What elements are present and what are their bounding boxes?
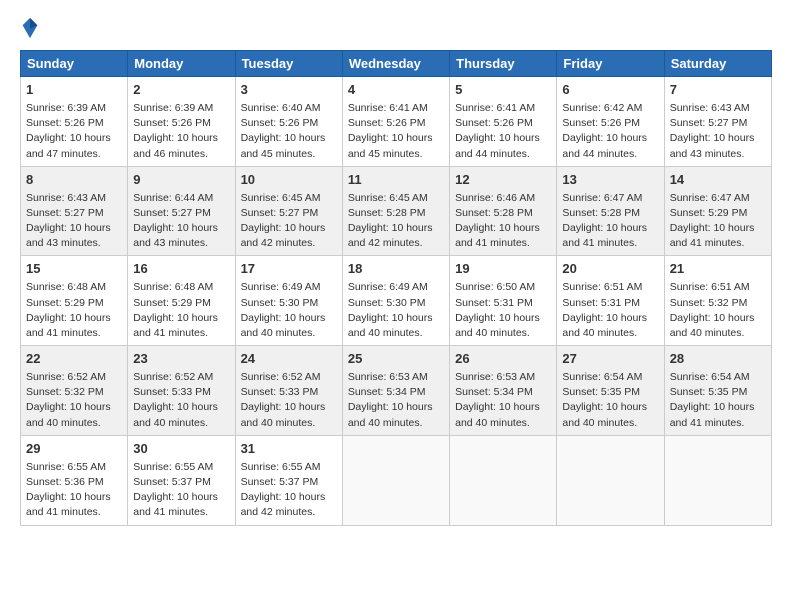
calendar-cell: 12Sunrise: 6:46 AMSunset: 5:28 PMDayligh… — [450, 166, 557, 256]
calendar-cell: 16Sunrise: 6:48 AMSunset: 5:29 PMDayligh… — [128, 256, 235, 346]
calendar-cell: 10Sunrise: 6:45 AMSunset: 5:27 PMDayligh… — [235, 166, 342, 256]
calendar-cell: 17Sunrise: 6:49 AMSunset: 5:30 PMDayligh… — [235, 256, 342, 346]
day-number: 16 — [133, 260, 229, 279]
day-number: 27 — [562, 350, 658, 369]
day-number: 15 — [26, 260, 122, 279]
day-number: 25 — [348, 350, 444, 369]
calendar-cell: 13Sunrise: 6:47 AMSunset: 5:28 PMDayligh… — [557, 166, 664, 256]
calendar-cell: 30Sunrise: 6:55 AMSunset: 5:37 PMDayligh… — [128, 435, 235, 525]
day-number: 31 — [241, 440, 337, 459]
calendar-cell: 6Sunrise: 6:42 AMSunset: 5:26 PMDaylight… — [557, 77, 664, 167]
calendar-cell: 22Sunrise: 6:52 AMSunset: 5:32 PMDayligh… — [21, 346, 128, 436]
calendar-week-5: 29Sunrise: 6:55 AMSunset: 5:36 PMDayligh… — [21, 435, 772, 525]
day-number: 21 — [670, 260, 766, 279]
day-number: 12 — [455, 171, 551, 190]
calendar-week-1: 1Sunrise: 6:39 AMSunset: 5:26 PMDaylight… — [21, 77, 772, 167]
day-number: 13 — [562, 171, 658, 190]
calendar-cell: 5Sunrise: 6:41 AMSunset: 5:26 PMDaylight… — [450, 77, 557, 167]
col-header-wednesday: Wednesday — [342, 51, 449, 77]
day-number: 8 — [26, 171, 122, 190]
calendar-cell: 29Sunrise: 6:55 AMSunset: 5:36 PMDayligh… — [21, 435, 128, 525]
calendar-cell: 31Sunrise: 6:55 AMSunset: 5:37 PMDayligh… — [235, 435, 342, 525]
day-number: 6 — [562, 81, 658, 100]
calendar-cell — [342, 435, 449, 525]
col-header-tuesday: Tuesday — [235, 51, 342, 77]
calendar-table: SundayMondayTuesdayWednesdayThursdayFrid… — [20, 50, 772, 526]
header — [20, 16, 772, 40]
calendar-cell: 28Sunrise: 6:54 AMSunset: 5:35 PMDayligh… — [664, 346, 771, 436]
day-number: 7 — [670, 81, 766, 100]
calendar-cell: 9Sunrise: 6:44 AMSunset: 5:27 PMDaylight… — [128, 166, 235, 256]
calendar-cell — [450, 435, 557, 525]
calendar-week-2: 8Sunrise: 6:43 AMSunset: 5:27 PMDaylight… — [21, 166, 772, 256]
calendar-cell: 2Sunrise: 6:39 AMSunset: 5:26 PMDaylight… — [128, 77, 235, 167]
calendar-cell: 4Sunrise: 6:41 AMSunset: 5:26 PMDaylight… — [342, 77, 449, 167]
day-number: 14 — [670, 171, 766, 190]
day-number: 17 — [241, 260, 337, 279]
col-header-friday: Friday — [557, 51, 664, 77]
day-number: 30 — [133, 440, 229, 459]
col-header-sunday: Sunday — [21, 51, 128, 77]
day-number: 4 — [348, 81, 444, 100]
calendar-cell: 15Sunrise: 6:48 AMSunset: 5:29 PMDayligh… — [21, 256, 128, 346]
calendar-cell: 21Sunrise: 6:51 AMSunset: 5:32 PMDayligh… — [664, 256, 771, 346]
day-number: 22 — [26, 350, 122, 369]
calendar-week-3: 15Sunrise: 6:48 AMSunset: 5:29 PMDayligh… — [21, 256, 772, 346]
day-number: 19 — [455, 260, 551, 279]
page: SundayMondayTuesdayWednesdayThursdayFrid… — [0, 0, 792, 536]
day-number: 28 — [670, 350, 766, 369]
col-header-saturday: Saturday — [664, 51, 771, 77]
calendar-cell: 18Sunrise: 6:49 AMSunset: 5:30 PMDayligh… — [342, 256, 449, 346]
day-number: 23 — [133, 350, 229, 369]
calendar-cell: 7Sunrise: 6:43 AMSunset: 5:27 PMDaylight… — [664, 77, 771, 167]
calendar-cell: 20Sunrise: 6:51 AMSunset: 5:31 PMDayligh… — [557, 256, 664, 346]
calendar-cell — [664, 435, 771, 525]
logo — [20, 16, 44, 40]
day-number: 18 — [348, 260, 444, 279]
calendar-cell: 25Sunrise: 6:53 AMSunset: 5:34 PMDayligh… — [342, 346, 449, 436]
day-number: 9 — [133, 171, 229, 190]
calendar-cell: 11Sunrise: 6:45 AMSunset: 5:28 PMDayligh… — [342, 166, 449, 256]
header-row: SundayMondayTuesdayWednesdayThursdayFrid… — [21, 51, 772, 77]
day-number: 11 — [348, 171, 444, 190]
calendar-cell: 19Sunrise: 6:50 AMSunset: 5:31 PMDayligh… — [450, 256, 557, 346]
day-number: 3 — [241, 81, 337, 100]
day-number: 20 — [562, 260, 658, 279]
day-number: 2 — [133, 81, 229, 100]
day-number: 1 — [26, 81, 122, 100]
calendar-cell: 24Sunrise: 6:52 AMSunset: 5:33 PMDayligh… — [235, 346, 342, 436]
day-number: 10 — [241, 171, 337, 190]
calendar-cell: 27Sunrise: 6:54 AMSunset: 5:35 PMDayligh… — [557, 346, 664, 436]
day-number: 24 — [241, 350, 337, 369]
day-number: 5 — [455, 81, 551, 100]
calendar-cell: 26Sunrise: 6:53 AMSunset: 5:34 PMDayligh… — [450, 346, 557, 436]
calendar-cell: 14Sunrise: 6:47 AMSunset: 5:29 PMDayligh… — [664, 166, 771, 256]
col-header-monday: Monday — [128, 51, 235, 77]
calendar-cell: 3Sunrise: 6:40 AMSunset: 5:26 PMDaylight… — [235, 77, 342, 167]
calendar-cell: 8Sunrise: 6:43 AMSunset: 5:27 PMDaylight… — [21, 166, 128, 256]
calendar-cell — [557, 435, 664, 525]
col-header-thursday: Thursday — [450, 51, 557, 77]
calendar-cell: 23Sunrise: 6:52 AMSunset: 5:33 PMDayligh… — [128, 346, 235, 436]
calendar-cell: 1Sunrise: 6:39 AMSunset: 5:26 PMDaylight… — [21, 77, 128, 167]
day-number: 29 — [26, 440, 122, 459]
day-number: 26 — [455, 350, 551, 369]
logo-icon — [20, 16, 40, 40]
calendar-week-4: 22Sunrise: 6:52 AMSunset: 5:32 PMDayligh… — [21, 346, 772, 436]
